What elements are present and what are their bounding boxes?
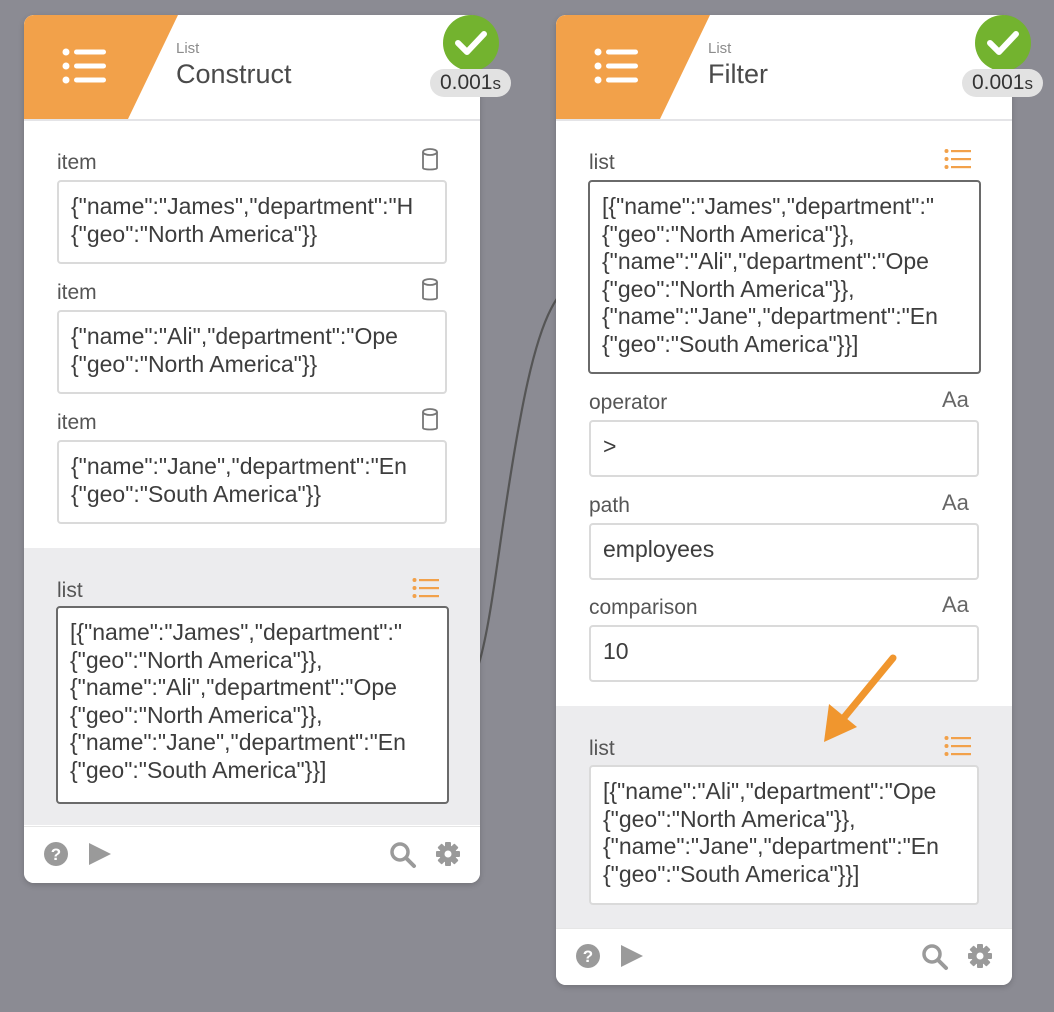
- execution-time-badge: 0.001s: [961, 69, 1043, 97]
- help-icon[interactable]: ?: [575, 943, 601, 969]
- path-field[interactable]: employees: [589, 523, 979, 580]
- list-icon: [944, 736, 971, 756]
- input-label: list: [589, 151, 615, 174]
- text-type-icon: Aa: [942, 387, 969, 412]
- node-type-badge: [556, 15, 710, 119]
- help-icon[interactable]: ?: [43, 841, 69, 867]
- list-output-field[interactable]: [{"name":"James","department":" {"geo":"…: [56, 606, 449, 804]
- database-icon: [422, 408, 438, 431]
- gear-icon[interactable]: [435, 841, 461, 867]
- success-icon: [443, 15, 499, 71]
- search-icon[interactable]: [921, 943, 949, 971]
- input-label: item: [57, 281, 97, 304]
- list-construct-node[interactable]: List Construct 0.001s item {"name":"Jame…: [24, 15, 511, 883]
- play-icon[interactable]: [87, 841, 113, 867]
- node-kind: List: [708, 40, 732, 57]
- database-icon: [422, 148, 438, 171]
- node-header[interactable]: List Construct 0.001s: [24, 15, 511, 121]
- output-section: list [{"name":"Ali","department":"Ope {"…: [556, 706, 1012, 928]
- input-label: comparison: [589, 596, 698, 619]
- svg-text:?: ?: [583, 947, 593, 966]
- node-header[interactable]: List Filter 0.001s: [556, 15, 1043, 121]
- database-icon: [422, 278, 438, 301]
- list-icon: [944, 149, 971, 169]
- search-icon[interactable]: [389, 841, 417, 869]
- execution-time-badge: 0.001s: [429, 69, 511, 97]
- list-icon: [594, 48, 638, 84]
- item-field[interactable]: {"name":"Jane","department":"En {"geo":"…: [57, 440, 447, 524]
- list-icon: [62, 48, 106, 84]
- input-label: item: [57, 151, 97, 174]
- text-type-icon: Aa: [942, 592, 969, 617]
- play-icon[interactable]: [619, 943, 645, 969]
- list-filter-node[interactable]: List Filter 0.001s list [{"name":"James"…: [556, 15, 1043, 985]
- node-title: Construct: [176, 59, 292, 89]
- input-label: item: [57, 411, 97, 434]
- input-label: operator: [589, 391, 668, 414]
- success-icon: [975, 15, 1031, 71]
- node-footer: ?: [24, 826, 480, 883]
- node-kind: List: [176, 40, 200, 57]
- text-type-icon: Aa: [942, 490, 969, 515]
- node-type-badge: [24, 15, 178, 119]
- list-input-field[interactable]: [{"name":"James","department":" {"geo":"…: [588, 180, 981, 374]
- node-title: Filter: [708, 59, 768, 89]
- svg-text:?: ?: [51, 845, 61, 864]
- gear-icon[interactable]: [967, 943, 993, 969]
- operator-field[interactable]: >: [589, 420, 979, 477]
- item-field[interactable]: {"name":"James","department":"H {"geo":"…: [57, 180, 447, 264]
- node-footer: ?: [556, 928, 1012, 985]
- output-section: list [{"name":"James","department":" {"g…: [24, 548, 480, 825]
- output-label: list: [57, 579, 83, 602]
- comparison-field[interactable]: 10: [589, 625, 979, 682]
- list-output-field[interactable]: [{"name":"Ali","department":"Ope {"geo":…: [589, 765, 979, 905]
- input-label: path: [589, 494, 630, 517]
- item-field[interactable]: {"name":"Ali","department":"Ope {"geo":"…: [57, 310, 447, 394]
- output-label: list: [589, 737, 615, 760]
- list-icon: [412, 578, 439, 598]
